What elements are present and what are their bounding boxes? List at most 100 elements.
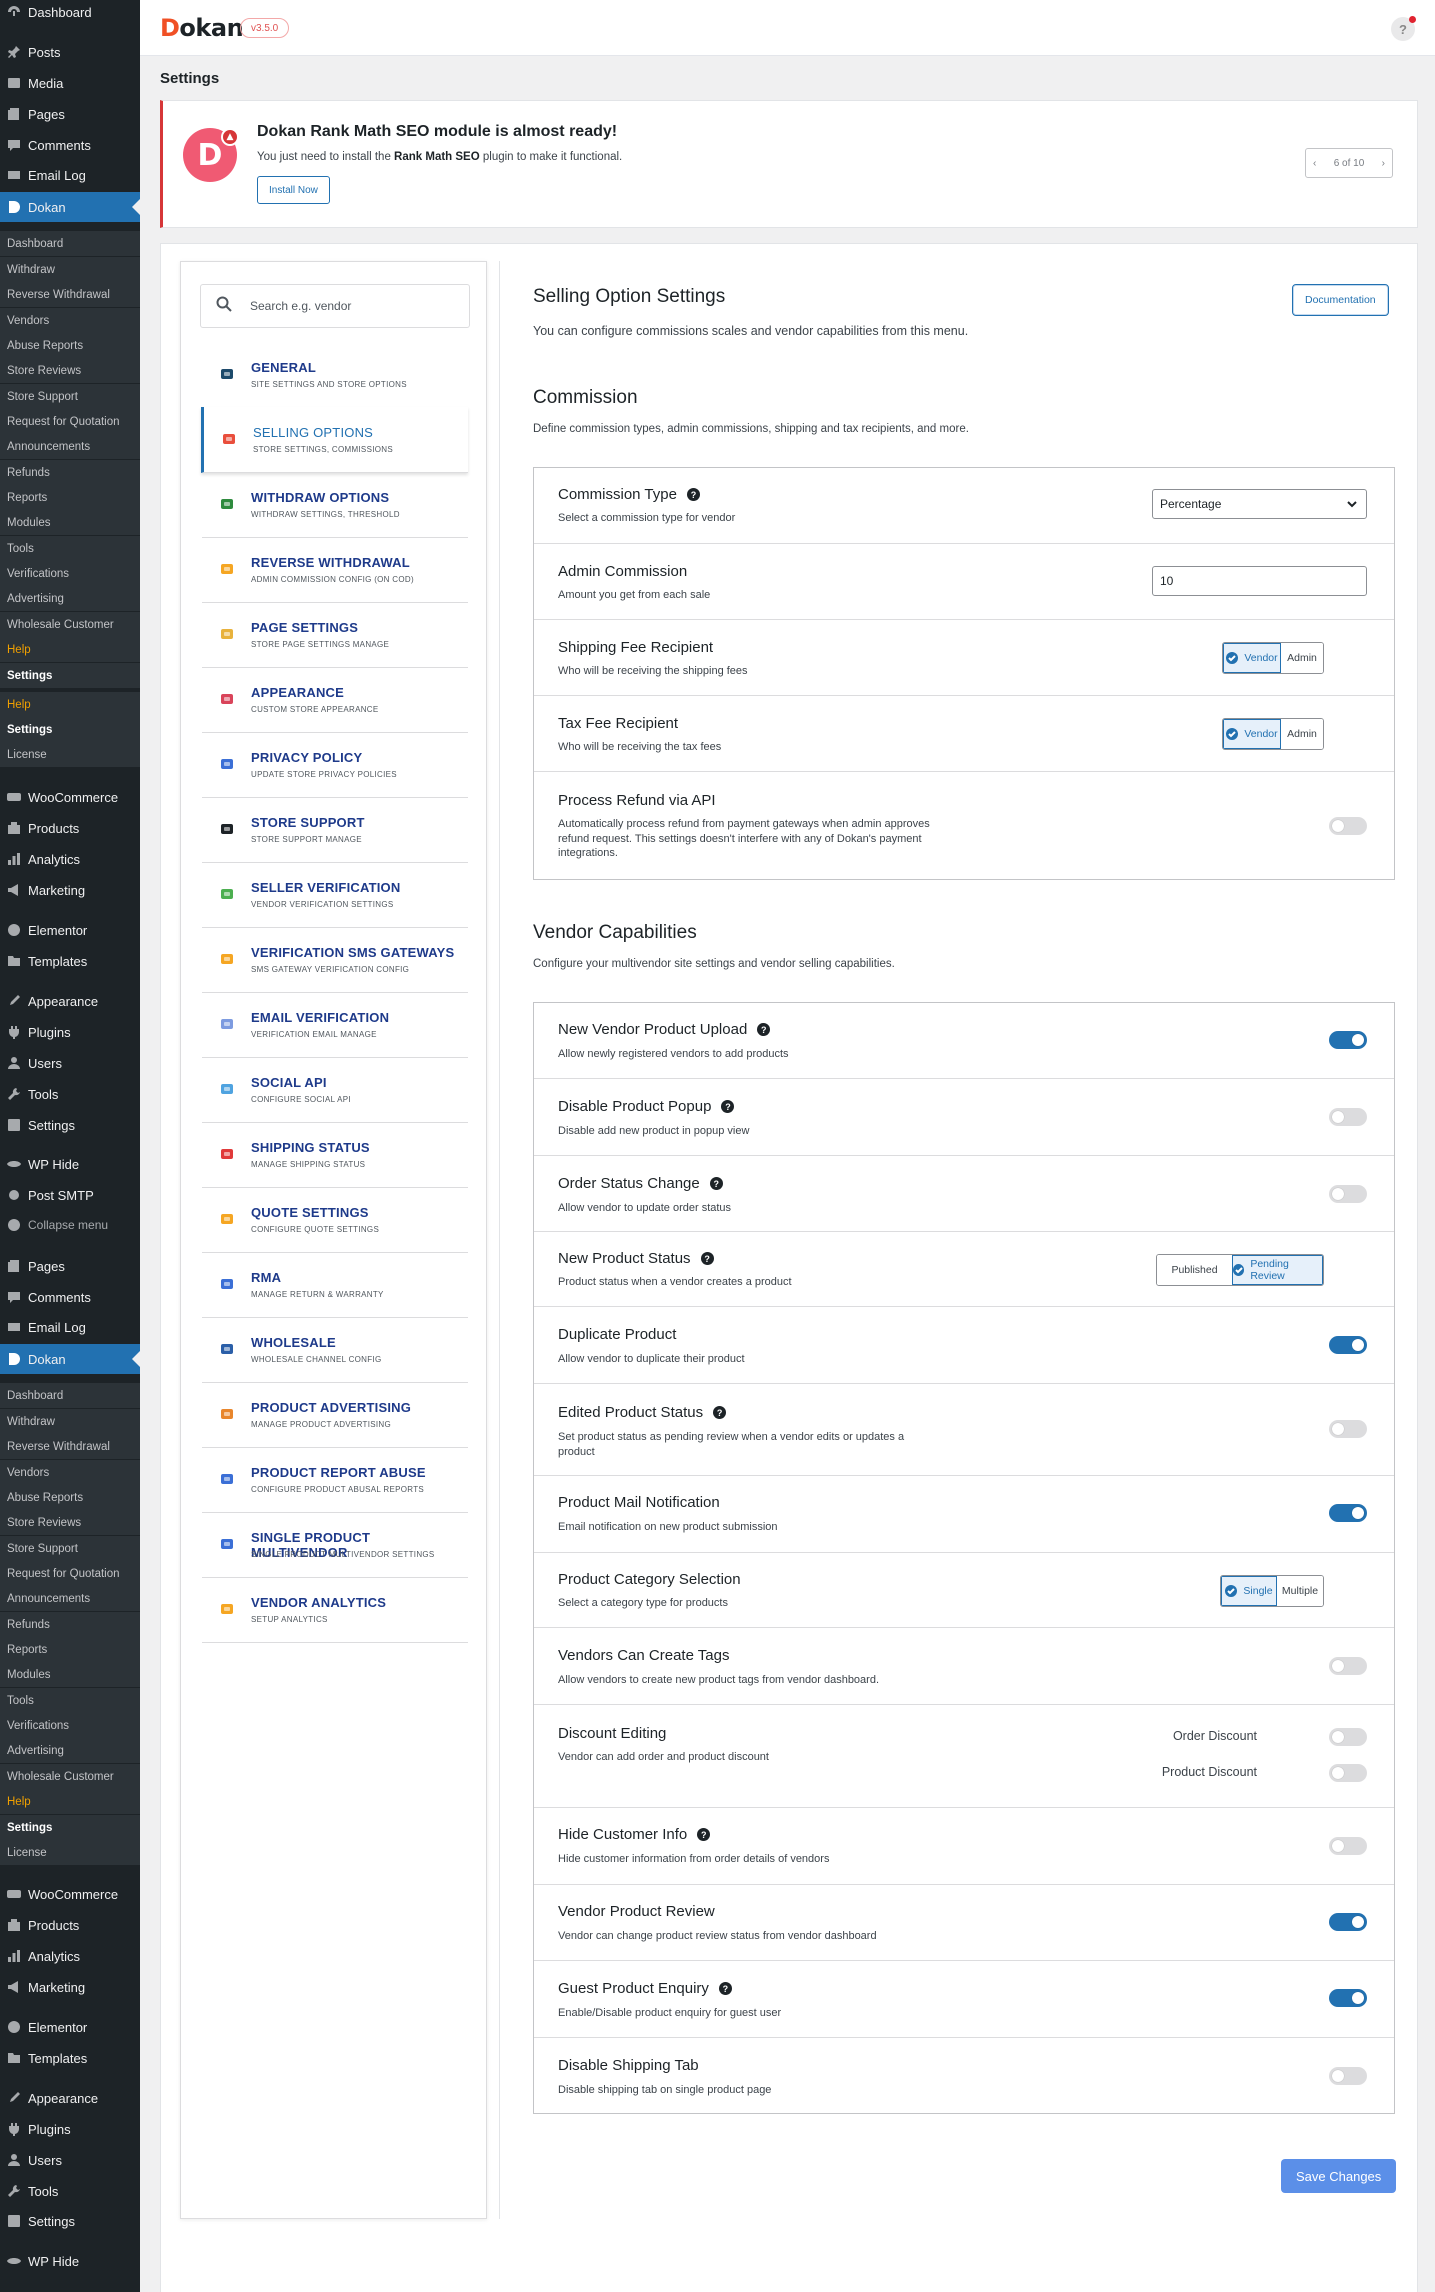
tax-admin-option[interactable]: Admin bbox=[1281, 719, 1323, 749]
mail-notification-toggle[interactable] bbox=[1329, 1504, 1367, 1522]
nav-quote-settings[interactable]: QUOTE SETTINGS CONFIGURE QUOTE SETTINGS bbox=[202, 1187, 468, 1253]
wp-menu-templates[interactable]: Templates bbox=[0, 2043, 140, 2073]
wp-menu-wp-hide[interactable]: WP Hide bbox=[0, 1149, 140, 1179]
wp-menu-users[interactable]: Users bbox=[0, 1048, 140, 1078]
prev-notice-icon[interactable]: ‹ bbox=[1313, 158, 1316, 169]
wp-menu-plugins[interactable]: Plugins bbox=[0, 2114, 140, 2144]
wp-menu-email-log[interactable]: Email Log bbox=[0, 160, 140, 190]
nav-product-report-abuse[interactable]: PRODUCT REPORT ABUSE CONFIGURE PRODUCT AB… bbox=[202, 1447, 468, 1513]
help-tooltip-icon[interactable]: ? bbox=[718, 1982, 732, 1995]
shipping-tab-toggle[interactable] bbox=[1329, 2067, 1367, 2085]
nav-selling-options[interactable]: SELLING OPTIONS STORE SETTINGS, COMMISSIO… bbox=[201, 407, 468, 473]
wp-menu-appearance[interactable]: Appearance bbox=[0, 2083, 140, 2113]
wp-menu-wp-hide[interactable]: WP Hide bbox=[0, 2246, 140, 2276]
wp-menu-marketing[interactable]: Marketing bbox=[0, 875, 140, 905]
wp-menu-woocommerce[interactable]: WooCommerce bbox=[0, 782, 140, 812]
wp-menu-license[interactable]: License bbox=[0, 1840, 140, 1865]
wp-menu-products[interactable]: Products bbox=[0, 1910, 140, 1940]
order-status-toggle[interactable] bbox=[1329, 1185, 1367, 1203]
shipping-admin-option[interactable]: Admin bbox=[1281, 643, 1323, 673]
wp-menu-settings[interactable]: Settings bbox=[0, 2206, 140, 2236]
wp-menu-request-for-quotation[interactable]: Request for Quotation bbox=[0, 409, 140, 434]
new-upload-toggle[interactable] bbox=[1329, 1031, 1367, 1049]
wp-menu-announcements[interactable]: Announcements bbox=[0, 1586, 140, 1611]
wp-menu-collapse-menu[interactable]: Collapse menu bbox=[0, 1210, 140, 1240]
wp-menu-help[interactable]: Help bbox=[0, 692, 140, 717]
documentation-button[interactable]: Documentation bbox=[1292, 284, 1389, 316]
wp-menu-wholesale-customer[interactable]: Wholesale Customer bbox=[0, 612, 140, 637]
wp-menu-settings[interactable]: Settings bbox=[0, 717, 140, 742]
wp-menu-reverse-withdrawal[interactable]: Reverse Withdrawal bbox=[0, 282, 140, 307]
nav-rma[interactable]: RMA MANAGE RETURN & WARRANTY bbox=[202, 1252, 468, 1318]
wp-menu-wholesale-customer[interactable]: Wholesale Customer bbox=[0, 1764, 140, 1789]
commission-type-select[interactable]: Percentage bbox=[1152, 489, 1367, 519]
wp-menu-withdraw[interactable]: Withdraw bbox=[0, 257, 140, 282]
wp-menu-pages[interactable]: Pages bbox=[0, 99, 140, 129]
wp-menu-tools[interactable]: Tools bbox=[0, 2176, 140, 2206]
nav-privacy-policy[interactable]: PRIVACY POLICY UPDATE STORE PRIVACY POLIC… bbox=[202, 732, 468, 798]
wp-menu-license[interactable]: License bbox=[0, 742, 140, 767]
multiple-option[interactable]: Multiple bbox=[1277, 1576, 1323, 1606]
wp-menu-analytics[interactable]: Analytics bbox=[0, 844, 140, 874]
wp-menu-plugins[interactable]: Plugins bbox=[0, 1017, 140, 1047]
wp-menu-settings[interactable]: Settings bbox=[0, 1815, 140, 1840]
nav-seller-verification[interactable]: SELLER VERIFICATION VENDOR VERIFICATION S… bbox=[202, 862, 468, 928]
wp-menu-templates[interactable]: Templates bbox=[0, 946, 140, 976]
wp-menu-abuse-reports[interactable]: Abuse Reports bbox=[0, 1485, 140, 1510]
wp-menu-store-support[interactable]: Store Support bbox=[0, 1536, 140, 1561]
wp-menu-dashboard[interactable]: Dashboard bbox=[0, 0, 140, 27]
wp-menu-users[interactable]: Users bbox=[0, 2145, 140, 2175]
wp-menu-store-reviews[interactable]: Store Reviews bbox=[0, 1510, 140, 1535]
nav-general[interactable]: GENERAL SITE SETTINGS AND STORE OPTIONS bbox=[202, 342, 468, 408]
hide-customer-toggle[interactable] bbox=[1329, 1837, 1367, 1855]
wp-menu-elementor[interactable]: Elementor bbox=[0, 915, 140, 945]
nav-verification-sms-gateways[interactable]: VERIFICATION SMS GATEWAYS SMS GATEWAY VER… bbox=[202, 927, 468, 993]
nav-withdraw-options[interactable]: WITHDRAW OPTIONS WITHDRAW SETTINGS, THRES… bbox=[202, 472, 468, 538]
create-tags-toggle[interactable] bbox=[1329, 1657, 1367, 1675]
nav-store-support[interactable]: STORE SUPPORT STORE SUPPORT MANAGE bbox=[202, 797, 468, 863]
nav-appearance[interactable]: APPEARANCE CUSTOM STORE APPEARANCE bbox=[202, 667, 468, 733]
wp-menu-advertising[interactable]: Advertising bbox=[0, 1738, 140, 1763]
wp-menu-reverse-withdrawal[interactable]: Reverse Withdrawal bbox=[0, 1434, 140, 1459]
wp-menu-appearance[interactable]: Appearance bbox=[0, 986, 140, 1016]
tax-vendor-option[interactable]: Vendor bbox=[1223, 719, 1281, 749]
single-option[interactable]: Single bbox=[1221, 1576, 1277, 1606]
nav-wholesale[interactable]: WHOLESALE WHOLESALE CHANNEL CONFIG bbox=[202, 1317, 468, 1383]
duplicate-toggle[interactable] bbox=[1329, 1336, 1367, 1354]
wp-menu-elementor[interactable]: Elementor bbox=[0, 2012, 140, 2042]
wp-menu-advertising[interactable]: Advertising bbox=[0, 586, 140, 611]
search-input[interactable] bbox=[250, 299, 460, 313]
help-tooltip-icon[interactable]: ? bbox=[713, 1406, 727, 1419]
wp-menu-verifications[interactable]: Verifications bbox=[0, 561, 140, 586]
admin-commission-input[interactable] bbox=[1152, 566, 1367, 596]
nav-shipping-status[interactable]: SHIPPING STATUS MANAGE SHIPPING STATUS bbox=[202, 1122, 468, 1188]
wp-menu-modules[interactable]: Modules bbox=[0, 1662, 140, 1687]
guest-enquiry-toggle[interactable] bbox=[1329, 1989, 1367, 2007]
wp-menu-refunds[interactable]: Refunds bbox=[0, 460, 140, 485]
help-tooltip-icon[interactable]: ? bbox=[721, 1100, 735, 1113]
wp-menu-settings[interactable]: Settings bbox=[0, 1110, 140, 1140]
nav-product-advertising[interactable]: PRODUCT ADVERTISING MANAGE PRODUCT ADVERT… bbox=[202, 1382, 468, 1448]
wp-menu-dokan[interactable]: Dokan bbox=[0, 1344, 140, 1374]
wp-menu-media[interactable]: Media bbox=[0, 68, 140, 98]
save-changes-button[interactable]: Save Changes bbox=[1281, 2159, 1397, 2193]
next-notice-icon[interactable]: › bbox=[1382, 158, 1385, 169]
wp-menu-analytics[interactable]: Analytics bbox=[0, 1941, 140, 1971]
wp-menu-dashboard[interactable]: Dashboard bbox=[0, 1383, 140, 1408]
nav-page-settings[interactable]: PAGE SETTINGS STORE PAGE SETTINGS MANAGE bbox=[202, 602, 468, 668]
help-tooltip-icon[interactable]: ? bbox=[757, 1023, 771, 1036]
pending-review-option[interactable]: Pending Review bbox=[1232, 1255, 1323, 1285]
help-tooltip-icon[interactable]: ? bbox=[686, 488, 700, 501]
wp-menu-tools[interactable]: Tools bbox=[0, 1079, 140, 1109]
wp-menu-vendors[interactable]: Vendors bbox=[0, 1460, 140, 1485]
wp-menu-comments[interactable]: Comments bbox=[0, 1282, 140, 1312]
product-review-toggle[interactable] bbox=[1329, 1913, 1367, 1931]
wp-menu-announcements[interactable]: Announcements bbox=[0, 434, 140, 459]
wp-menu-marketing[interactable]: Marketing bbox=[0, 1972, 140, 2002]
wp-menu-settings[interactable]: Settings bbox=[0, 663, 140, 688]
dokan-logo[interactable]: Dokan bbox=[160, 14, 244, 42]
wp-menu-posts[interactable]: Posts bbox=[0, 37, 140, 67]
help-tooltip-icon[interactable]: ? bbox=[709, 1177, 723, 1190]
wp-menu-tools[interactable]: Tools bbox=[0, 1688, 140, 1713]
wp-menu-post-smtp[interactable]: Post SMTP bbox=[0, 1180, 140, 1210]
